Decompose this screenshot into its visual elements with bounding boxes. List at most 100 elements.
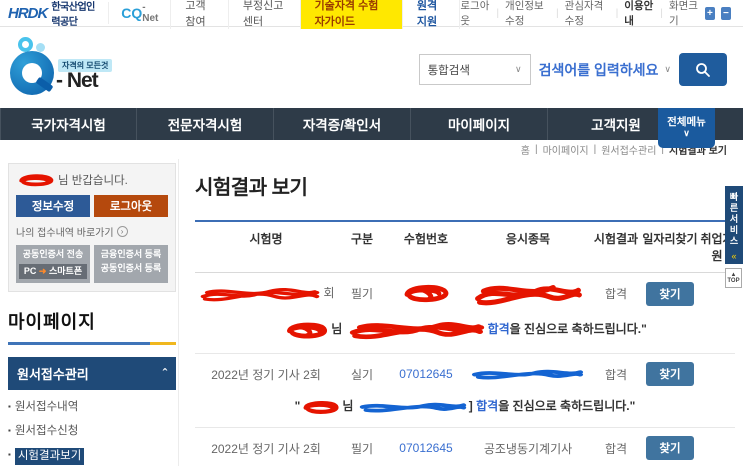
edit-info-button[interactable]: 정보수정 — [16, 195, 90, 217]
search-button[interactable] — [679, 53, 727, 86]
logout-button[interactable]: 로그아웃 — [94, 195, 168, 217]
menu-exam-guide[interactable]: 기술자격 수험자가이드 — [299, 0, 402, 29]
breadcrumb-application-mgmt[interactable]: 원서접수관리 — [601, 142, 656, 157]
cqnet-logo-mark: CQ — [121, 5, 143, 21]
col-exam-number: 수험번호 — [403, 232, 449, 246]
separator: | — [496, 7, 500, 19]
menu-customer-participation[interactable]: 고객참여 — [170, 0, 227, 29]
all-menu-button[interactable]: 전체메뉴 ∨ — [658, 108, 715, 148]
message-text: 을 진심으로 축하드립니다." — [509, 322, 647, 337]
bullet-icon: ▪ — [8, 449, 11, 459]
exam-name-fragment: 회 — [323, 286, 335, 301]
search-icon — [696, 62, 710, 77]
menu-fraud-report[interactable]: 부정신고센터 — [227, 0, 300, 29]
message-text: 님 — [331, 322, 346, 337]
interest-qualification-link[interactable]: 관심자격수정 — [565, 0, 610, 28]
col-type: 구분 — [350, 232, 374, 246]
chevron-down-icon: ∨ — [683, 127, 690, 138]
cell-subject — [465, 282, 591, 306]
font-zoom-in-button[interactable]: + — [704, 6, 715, 20]
cell-exam-name: 2022년 정기 기사 2회 — [211, 367, 321, 382]
cert-phone-label: 스마트폰 — [48, 265, 83, 276]
redaction-scribble-red — [404, 284, 449, 303]
cert-button-line: PC ➜ 스마트폰 — [19, 263, 87, 279]
breadcrumb-mypage[interactable]: 마이페이지 — [543, 142, 589, 157]
sidebar-item-application-history[interactable]: ▪ 원서접수내역 — [8, 400, 176, 415]
col-result: 시험결과 — [593, 232, 639, 246]
login-status-box: 님 반갑습니다. 정보수정 로그아웃 나의 접수내역 바로가기 › 공동인증서 … — [8, 163, 176, 292]
font-zoom-out-button[interactable]: − — [720, 6, 731, 20]
separator: | — [555, 7, 559, 19]
find-job-button[interactable]: 찾기 — [646, 362, 694, 386]
find-job-button[interactable]: 찾기 — [646, 436, 694, 460]
finance-cert-register-button[interactable]: 금융인증서 등록 공동인증서 등록 — [94, 245, 168, 283]
cell-exam-number — [387, 281, 465, 306]
cell-exam-number[interactable]: 07012645 — [387, 367, 465, 381]
message-text: 님 — [342, 399, 357, 414]
cell-job-search: 찾기 — [641, 362, 699, 386]
sidebar: 님 반갑습니다. 정보수정 로그아웃 나의 접수내역 바로가기 › 공동인증서 … — [0, 159, 178, 466]
cell-job-search: 찾기 — [641, 436, 699, 460]
table-row: 회 필기 합격 찾기 — [195, 273, 735, 308]
logout-link[interactable]: 로그아웃 — [460, 0, 490, 28]
bullet-icon: ▪ — [8, 425, 11, 435]
login-buttons: 정보수정 로그아웃 — [16, 195, 168, 217]
hrdk-logo[interactable]: HRDK 한국산업인력공단 — [0, 0, 108, 28]
cell-exam-number[interactable]: 07012645 — [387, 441, 465, 455]
nav-mypage[interactable]: 마이페이지 — [411, 108, 548, 140]
congratulation-message: " 님 ] 합격을 진심으로 축하드립니다." — [195, 388, 735, 428]
chevron-down-icon: ∨ — [664, 64, 671, 74]
redaction-scribble-red — [475, 284, 582, 305]
hrdk-logo-name: 한국산업인력공단 — [51, 2, 95, 28]
search-placeholder: 검색어를 입력하세요 — [538, 61, 659, 78]
find-job-button[interactable]: 찾기 — [646, 281, 694, 306]
site-header: 자격의 모든것 - Net 통합검색 ∨ 검색어를 입력하세요 ∨ — [0, 27, 743, 108]
collapse-left-icon: « — [731, 251, 737, 261]
sidebar-item-label: 시험결과보기 — [14, 447, 85, 465]
greeting: 님 반갑습니다. — [16, 172, 168, 188]
main-nav: 국가자격시험 전문자격시험 자격증/확인서 마이페이지 고객지원 전체메뉴 ∨ — [0, 108, 743, 148]
congratulation-message: 님 공조냉동기계기사[필기] 합격을 진심으로 축하드립니다." — [195, 462, 735, 466]
sidebar-section-application-mgmt[interactable]: 원서접수관리 ˆ — [8, 357, 176, 390]
menu-remote-support[interactable]: 원격지원 — [401, 0, 461, 29]
cell-type: 필기 — [350, 441, 374, 456]
cqnet-logo[interactable]: CQ -Net — [108, 2, 170, 24]
arrow-right-icon: ➜ — [38, 265, 47, 276]
col-subject: 응시종목 — [505, 232, 551, 246]
redaction-scribble-red — [19, 174, 54, 187]
chevron-down-icon: ∨ — [515, 64, 522, 74]
edit-personal-info-link[interactable]: 개인정보수정 — [505, 0, 550, 28]
nav-professional-exam[interactable]: 전문자격시험 — [137, 108, 274, 140]
chevron-up-icon: ˆ — [162, 366, 167, 381]
my-application-shortcut[interactable]: 나의 접수내역 바로가기 › — [16, 224, 168, 239]
quick-service-label: 빠른서비스 — [728, 192, 739, 247]
page-body: 님 반갑습니다. 정보수정 로그아웃 나의 접수내역 바로가기 › 공동인증서 … — [0, 159, 743, 466]
usage-guide-link[interactable]: 이용안내 — [624, 0, 654, 28]
cell-exam-name: 회 — [195, 284, 337, 302]
search-category-select[interactable]: 통합검색 ∨ — [418, 54, 531, 85]
table-header-row: 시험명 구분 수험번호 응시종목 시험결과 일자리찾기 취업지원 — [195, 220, 735, 273]
page-title: 시험결과 보기 — [195, 177, 308, 199]
sidebar-item-exam-results[interactable]: ▪ 시험결과보기 — [8, 447, 176, 465]
sidebar-section-label: 원서접수관리 — [17, 367, 89, 382]
col-job-search: 일자리찾기 — [642, 232, 698, 246]
exam-results-table: 시험명 구분 수험번호 응시종목 시험결과 일자리찾기 취업지원 회 필기 합격… — [195, 220, 735, 466]
cell-job-search: 찾기 — [641, 281, 699, 306]
breadcrumb-home[interactable]: 홈 — [521, 142, 530, 157]
joint-cert-transfer-button[interactable]: 공동인증서 전송 PC ➜ 스마트폰 — [16, 245, 90, 283]
quick-service-tab[interactable]: 빠른서비스 « — [725, 186, 743, 264]
nav-certificate[interactable]: 자격증/확인서 — [274, 108, 411, 140]
scroll-to-top-button[interactable]: ▲ TOP — [725, 268, 742, 288]
message-text: ] — [468, 399, 477, 414]
sidebar-item-label: 원서접수내역 — [14, 401, 79, 413]
topbar-user-menu: 로그아웃 | 개인정보수정 | 관심자격수정 | 이용안내 | 화면크기 + − — [460, 0, 743, 28]
cqnet-logo-text: -Net — [142, 2, 159, 24]
cell-result: 합격 — [604, 367, 628, 382]
search-input[interactable]: 검색어를 입력하세요 ∨ — [539, 60, 671, 80]
qnet-logo[interactable]: 자격의 모든것 - Net — [10, 37, 160, 99]
sidebar-item-application-submit[interactable]: ▪ 원서접수신청 — [8, 424, 176, 439]
arrow-right-icon: › — [116, 226, 128, 237]
cell-subject — [465, 366, 591, 382]
pass-highlight: 합격 — [476, 399, 499, 414]
nav-national-exam[interactable]: 국가자격시험 — [0, 108, 137, 140]
